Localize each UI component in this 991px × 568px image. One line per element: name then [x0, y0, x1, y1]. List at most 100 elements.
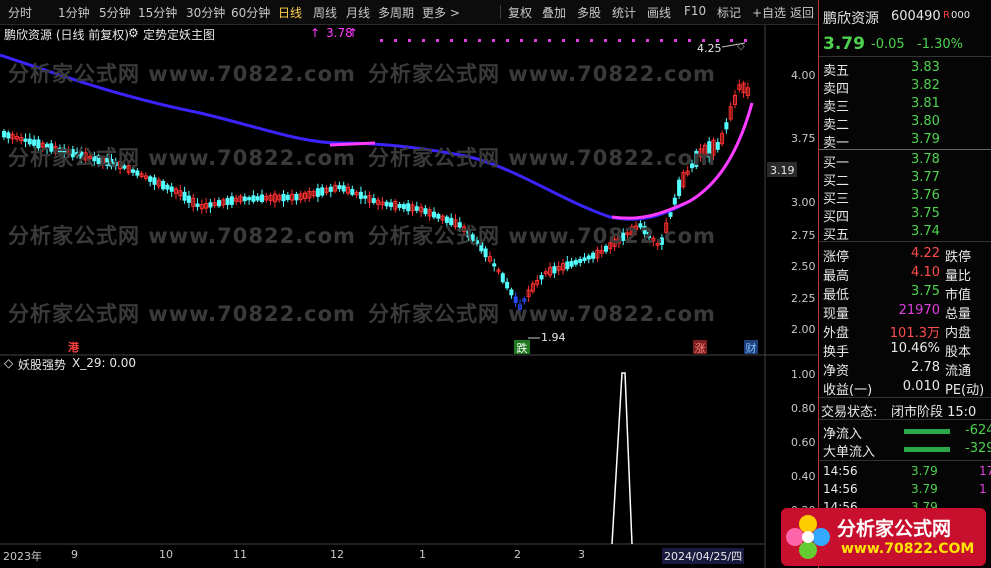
stat-label: 涨停 [823, 250, 850, 265]
candle-body [406, 203, 411, 212]
add-watchlist-button[interactable]: +自选 [752, 4, 786, 21]
bid-row: 买四 3.75 [823, 206, 988, 225]
candle-body [569, 261, 574, 267]
candle-body [591, 252, 596, 259]
last-price: 3.79 [823, 34, 865, 54]
candle-body [483, 248, 488, 258]
x-axis-label: 2023年 [3, 550, 42, 563]
signal-dot [548, 39, 551, 42]
candle-body [389, 202, 393, 207]
overlay-button[interactable]: 叠加 [542, 4, 566, 21]
watermark: 分析家公式网 www.70822.com [8, 62, 356, 86]
current-price-tag: 3.19 [770, 164, 795, 177]
y-axis-label: 3.75 [791, 132, 816, 145]
candle-body [182, 191, 187, 201]
candlesticks [2, 79, 750, 314]
bid-price: 3.78 [911, 152, 940, 167]
large-inflow-label: 大单流入 [823, 445, 876, 460]
candle-body [169, 186, 174, 192]
candle-body [724, 122, 729, 130]
period-tab-5min[interactable]: 5分钟 [99, 4, 131, 21]
period-tab-monthly[interactable]: 月线 [346, 4, 370, 21]
ask-row: 卖三 3.81 [823, 96, 988, 115]
stat-row: 最高 4.10 量比 [823, 265, 991, 284]
period-tab-multi[interactable]: 多周期 [378, 4, 414, 21]
signal-dot [562, 39, 565, 42]
tick-volume: 17 [979, 464, 991, 478]
period-tab-1min[interactable]: 1分钟 [58, 4, 90, 21]
adjust-button[interactable]: 复权 [508, 4, 532, 21]
stock-name: 鹏欣资源 [823, 11, 879, 27]
signal-dot [618, 39, 621, 42]
price-chart[interactable] [0, 25, 818, 568]
candle-body [328, 186, 333, 192]
signal-dot [534, 39, 537, 42]
candle-body [573, 260, 578, 265]
event-tag[interactable]: 港 [68, 339, 79, 355]
y-axis-label: 4.00 [791, 69, 816, 82]
event-tag[interactable]: 财 [744, 340, 758, 355]
period-tab-weekly[interactable]: 周线 [313, 4, 337, 21]
collapse-icon[interactable]: ◇ [4, 356, 13, 370]
candle-body [350, 188, 355, 195]
flower-logo-icon [786, 515, 830, 559]
tick-volume: 1 [979, 482, 987, 496]
candle-body [285, 194, 290, 200]
divider [819, 241, 991, 242]
candle-body [148, 176, 153, 182]
candle-body [294, 193, 299, 201]
candle-body [565, 261, 570, 270]
signal-dot [380, 39, 383, 42]
watermark: 分析家公式网 www.70822.com [368, 62, 716, 86]
back-button[interactable]: 返回 [790, 4, 814, 21]
stat-value: 10.46% [890, 341, 940, 356]
candle-body [195, 203, 200, 207]
drawing-button[interactable]: 画线 [647, 4, 671, 21]
subchart-name[interactable]: 妖股强势 [18, 356, 66, 373]
period-tab-timeshare[interactable]: 分时 [8, 4, 32, 21]
event-tag[interactable]: 涨 [693, 340, 707, 355]
period-tab-more[interactable]: 更多 > [422, 4, 460, 21]
period-tab-daily[interactable]: 日线 [278, 4, 302, 21]
candle-body [152, 177, 157, 185]
period-tab-15min[interactable]: 15分钟 [138, 4, 177, 21]
ask-price: 3.80 [911, 114, 940, 129]
net-inflow-value: -624 [965, 423, 991, 438]
stat-row: 收益(一) 0.010 PE(动) [823, 379, 991, 398]
stat-label: 最低 [823, 288, 850, 303]
bid-label: 买三 [823, 192, 850, 207]
high-marker: 4.25 [697, 42, 722, 55]
candle-body [281, 193, 286, 202]
candle-body [423, 208, 428, 215]
divider [819, 419, 991, 420]
divider [819, 460, 991, 461]
stock-badge: R [943, 10, 950, 21]
candle-body [509, 289, 514, 296]
tick-time: 14:56 [823, 464, 858, 478]
bid-price: 3.76 [911, 188, 940, 203]
statistics-button[interactable]: 统计 [612, 4, 636, 21]
period-tab-60min[interactable]: 60分钟 [231, 4, 270, 21]
event-tag[interactable]: 跌 [514, 340, 530, 355]
candle-body [668, 212, 673, 217]
mark-button[interactable]: 标记 [717, 4, 741, 21]
signal-dot [422, 39, 425, 42]
candle-body [358, 191, 363, 199]
watermark: 分析家公式网 www.70822.com [8, 302, 356, 326]
candle-body [500, 273, 505, 283]
stat-label: 现量 [823, 307, 850, 322]
candle-body [315, 188, 320, 197]
bid-row: 买五 3.74 [823, 224, 988, 243]
period-tab-30min[interactable]: 30分钟 [186, 4, 225, 21]
multi-stock-button[interactable]: 多股 [577, 4, 601, 21]
bid-label: 买四 [823, 210, 850, 225]
f10-button[interactable]: F10 [684, 4, 706, 18]
low-marker: 1.94 [541, 331, 566, 344]
site-logo: 分析家公式网 www.70822.COM [781, 508, 986, 566]
stat-row: 涨停 4.22 跌停 [823, 246, 991, 265]
settings-circle-icon[interactable]: ⚙ [128, 26, 139, 40]
ask-label: 卖五 [823, 64, 850, 79]
stat-label: 换手 [823, 345, 850, 360]
indicator-name[interactable]: 定势定妖主图 [143, 26, 215, 43]
bid-price: 3.75 [911, 206, 940, 221]
